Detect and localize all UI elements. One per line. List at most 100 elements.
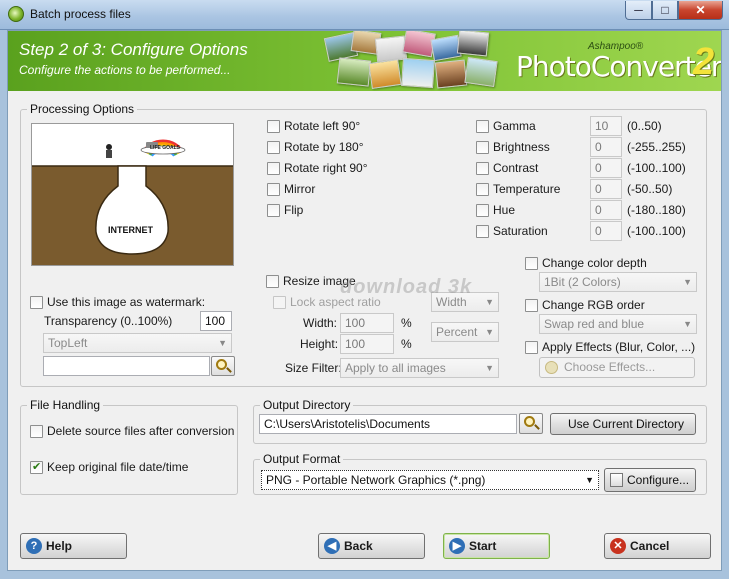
watermark-label: Use this image as watermark: bbox=[47, 295, 206, 309]
height-unit: % bbox=[401, 337, 412, 351]
use-current-directory-button[interactable]: Use Current Directory bbox=[550, 413, 696, 435]
size-filter-label: Size Filter: bbox=[285, 361, 342, 375]
rotate-right-label: Rotate right 90° bbox=[284, 161, 368, 175]
width-unit: % bbox=[401, 316, 412, 330]
maximize-button[interactable]: □ bbox=[652, 1, 678, 20]
contrast-label: Contrast bbox=[493, 161, 539, 175]
output-directory-input[interactable]: C:\Users\Aristotelis\Documents bbox=[259, 414, 517, 434]
window-title: Batch process files bbox=[30, 7, 131, 21]
watermark-file-input[interactable] bbox=[43, 356, 210, 376]
start-button[interactable]: ▶ Start bbox=[443, 533, 550, 559]
width-input[interactable]: 100 bbox=[340, 313, 394, 333]
choose-effects-button[interactable]: Choose Effects... bbox=[539, 357, 695, 378]
watermark-position-value: TopLeft bbox=[48, 336, 88, 350]
cancel-icon: ✕ bbox=[610, 538, 626, 554]
brightness-checkbox[interactable] bbox=[476, 141, 489, 154]
unit-dropdown[interactable]: Percent ▼ bbox=[431, 322, 499, 342]
logo-product: PhotoConverter bbox=[516, 50, 721, 83]
mirror-label: Mirror bbox=[284, 182, 316, 196]
help-label: Help bbox=[46, 539, 73, 553]
rgb-order-dropdown[interactable]: Swap red and blue ▼ bbox=[539, 314, 697, 334]
flip-checkbox[interactable] bbox=[267, 204, 280, 217]
effects-checkbox[interactable] bbox=[525, 341, 538, 354]
resize-checkbox[interactable] bbox=[266, 275, 279, 288]
minimize-button[interactable]: ─ bbox=[625, 1, 652, 20]
watermark-checkbox[interactable] bbox=[30, 296, 43, 309]
contrast-checkbox[interactable] bbox=[476, 162, 489, 175]
contrast-input[interactable]: 0 bbox=[590, 158, 622, 178]
temperature-input[interactable]: 0 bbox=[590, 179, 622, 199]
step-title: Step 2 of 3: Configure Options bbox=[19, 40, 248, 59]
header-banner: Step 2 of 3: Configure Options Configure… bbox=[8, 31, 721, 91]
saturation-input[interactable]: 0 bbox=[590, 221, 622, 241]
help-button[interactable]: ? Help bbox=[20, 533, 127, 559]
size-filter-value: Apply to all images bbox=[345, 361, 446, 375]
color-depth-value: 1Bit (2 Colors) bbox=[544, 275, 621, 289]
configure-format-button[interactable]: Configure... bbox=[604, 468, 696, 492]
cancel-label: Cancel bbox=[630, 539, 670, 553]
transparency-label: Transparency (0..100%) bbox=[44, 314, 173, 328]
temperature-label: Temperature bbox=[493, 182, 561, 196]
rotate-180-label: Rotate by 180° bbox=[284, 140, 364, 154]
watermark-browse-button[interactable] bbox=[211, 356, 235, 376]
gamma-input[interactable]: 10 bbox=[590, 116, 622, 136]
rotate-left-label: Rotate left 90° bbox=[284, 119, 361, 133]
saturation-checkbox[interactable] bbox=[476, 225, 489, 238]
color-depth-label: Change color depth bbox=[542, 256, 647, 270]
keep-date-checkbox[interactable] bbox=[30, 460, 43, 474]
browse-folder-icon bbox=[524, 416, 535, 427]
lock-aspect-checkbox[interactable] bbox=[273, 296, 286, 309]
close-button[interactable]: ✕ bbox=[678, 1, 723, 20]
preview-image: LIFE GOALS INTERNET bbox=[31, 123, 234, 266]
file-handling-group: File Handling bbox=[20, 398, 238, 495]
transparency-input[interactable]: 100 bbox=[200, 311, 232, 331]
size-filter-dropdown[interactable]: Apply to all images ▼ bbox=[340, 358, 499, 378]
brightness-input[interactable]: 0 bbox=[590, 137, 622, 157]
chevron-down-icon: ▼ bbox=[485, 363, 494, 373]
delete-source-label: Delete source files after conversion bbox=[47, 424, 235, 438]
mirror-checkbox[interactable] bbox=[267, 183, 280, 196]
preview-sign: LIFE GOALS bbox=[150, 145, 180, 151]
app-icon bbox=[8, 6, 24, 22]
hue-input[interactable]: 0 bbox=[590, 200, 622, 220]
hue-checkbox[interactable] bbox=[476, 204, 489, 217]
chevron-down-icon: ▼ bbox=[585, 475, 594, 485]
rgb-order-checkbox[interactable] bbox=[525, 299, 538, 312]
help-icon: ? bbox=[26, 538, 42, 554]
chevron-down-icon: ▼ bbox=[683, 319, 692, 329]
site-watermark: download 3k bbox=[340, 276, 473, 298]
color-depth-checkbox[interactable] bbox=[525, 257, 538, 270]
effects-icon bbox=[545, 361, 558, 374]
gamma-range: (0..50) bbox=[627, 119, 662, 133]
rgb-order-label: Change RGB order bbox=[542, 298, 645, 312]
unit-value: Percent bbox=[436, 325, 478, 339]
chevron-down-icon: ▼ bbox=[218, 338, 227, 348]
output-browse-button[interactable] bbox=[519, 413, 543, 434]
watermark-position-dropdown[interactable]: TopLeft ▼ bbox=[43, 333, 232, 353]
temperature-range: (-50..50) bbox=[627, 182, 673, 196]
back-button[interactable]: ◀ Back bbox=[318, 533, 425, 559]
start-label: Start bbox=[469, 539, 497, 553]
color-depth-dropdown[interactable]: 1Bit (2 Colors) ▼ bbox=[539, 272, 697, 292]
temperature-checkbox[interactable] bbox=[476, 183, 489, 196]
brightness-range: (-255..255) bbox=[627, 140, 686, 154]
output-format-value: PNG - Portable Network Graphics (*.png) bbox=[266, 473, 486, 487]
height-input[interactable]: 100 bbox=[340, 334, 394, 354]
choose-effects-label: Choose Effects... bbox=[564, 360, 656, 374]
configure-icon bbox=[610, 473, 623, 487]
output-format-legend: Output Format bbox=[263, 452, 341, 466]
rotate-right-checkbox[interactable] bbox=[267, 162, 280, 175]
rotate-180-checkbox[interactable] bbox=[267, 141, 280, 154]
browse-folder-icon bbox=[216, 359, 227, 370]
back-arrow-icon: ◀ bbox=[324, 538, 340, 554]
cancel-button[interactable]: ✕ Cancel bbox=[604, 533, 711, 559]
rotate-left-checkbox[interactable] bbox=[267, 120, 280, 133]
gamma-checkbox[interactable] bbox=[476, 120, 489, 133]
delete-source-checkbox[interactable] bbox=[30, 425, 43, 438]
back-label: Back bbox=[344, 539, 373, 553]
preview-caption: INTERNET bbox=[108, 225, 153, 235]
hue-label: Hue bbox=[493, 203, 516, 217]
step-subtitle: Configure the actions to be performed... bbox=[19, 63, 231, 77]
output-format-dropdown[interactable]: PNG - Portable Network Graphics (*.png) … bbox=[261, 470, 599, 490]
use-current-directory-label: Use Current Directory bbox=[567, 417, 685, 431]
